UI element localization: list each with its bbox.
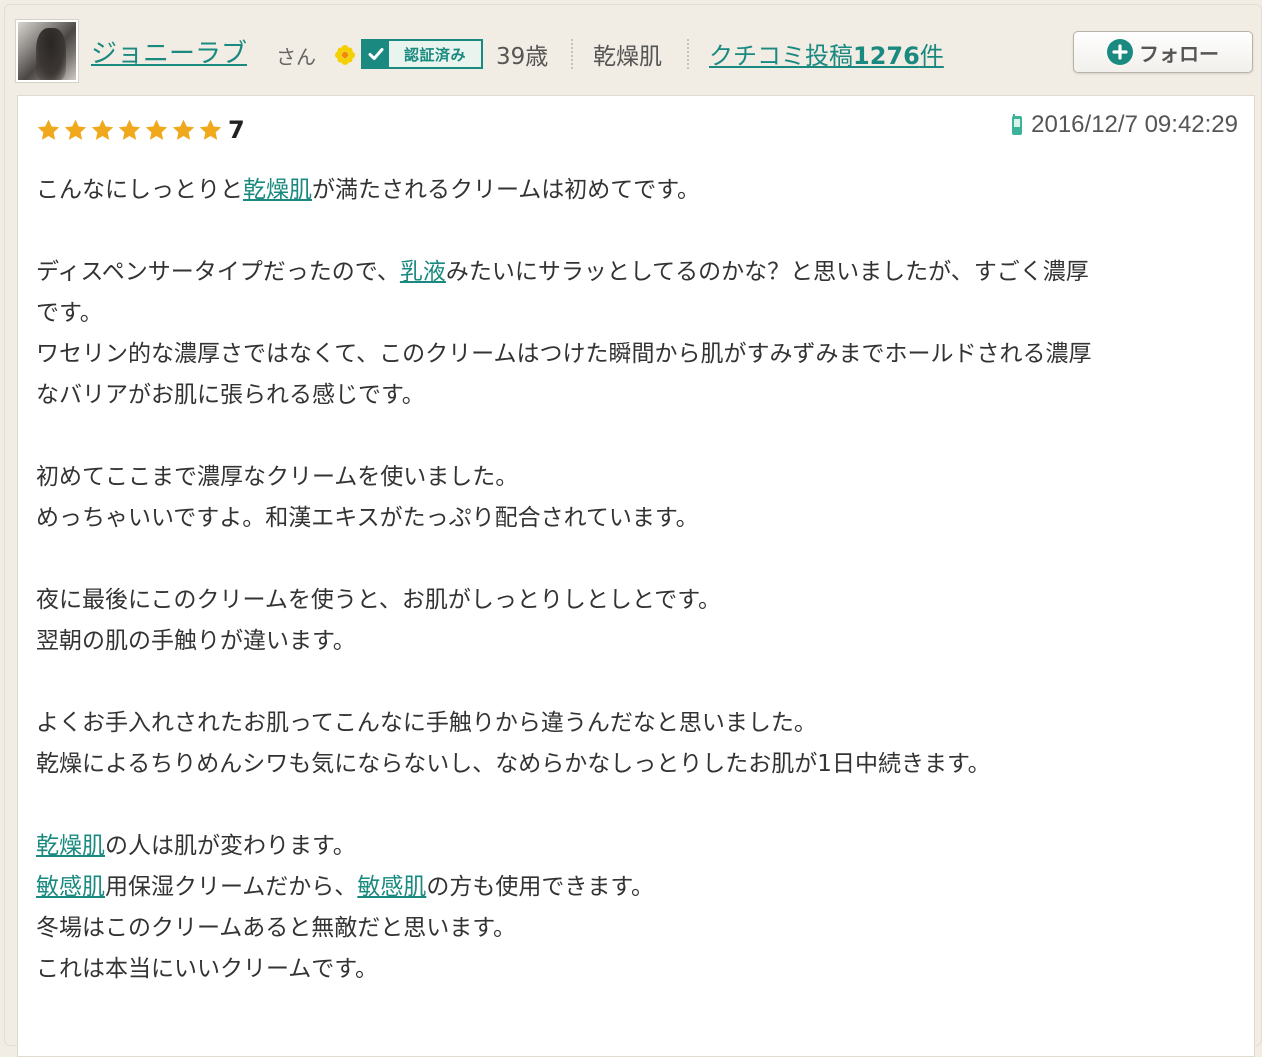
checkmark-icon	[363, 41, 389, 67]
star-icon	[172, 119, 195, 140]
reviewer-age: 39歳	[496, 44, 549, 70]
review-body: こんなにしっとりと乾燥肌が満たされるクリームは初めてです。 ディスペンサータイプだ…	[36, 170, 1236, 1031]
follow-button[interactable]: フォロー	[1073, 31, 1253, 73]
review-text: なバリアがお肌に張られる感じです。	[36, 382, 425, 408]
review-line: ワセリン的な濃厚さではなくて、このクリームはつけた瞬間から肌がすみずみまでホール…	[36, 334, 1236, 375]
review-date-text: 2016/12/7 09:42:29	[1031, 111, 1238, 138]
review-count-prefix: クチコミ投稿	[709, 42, 853, 70]
verified-label: 認証済み	[403, 45, 466, 64]
review-text: です。	[36, 300, 103, 326]
review-line: これは本当にいいクリームです。	[36, 949, 1236, 990]
review-text: 初めてここまで濃厚なクリームを使いました。	[36, 464, 519, 490]
review-text: みたいにサラッとしてるのかな？と思いましたが、すごく濃厚	[445, 259, 1089, 285]
star-icon	[118, 119, 141, 140]
review-text: が満たされるクリームは初めてです。	[312, 177, 701, 203]
flower-icon	[335, 45, 355, 65]
review-line: 乾燥肌の人は肌が変わります。	[36, 826, 1236, 867]
review-text: の人は肌が変わります。	[105, 833, 356, 859]
reviewer-name-link[interactable]: ジョニーラブ	[91, 33, 247, 70]
review-line: です。	[36, 293, 1236, 334]
keyword-link[interactable]: 乳液	[400, 259, 446, 285]
review-text: 翌朝の肌の手触りが違います。	[36, 628, 356, 654]
review-text: こんなにしっとりと	[36, 177, 243, 203]
review-date: 2016/12/7 09:42:29	[1011, 111, 1238, 139]
plus-circle-icon	[1107, 39, 1133, 65]
review-line: 乾燥によるちりめんシワも気にならないし、なめらかなしっとりしたお肌が1日中続きま…	[36, 744, 1236, 785]
reviewer-header: ジョニーラブ さん 認証済み 39歳 乾燥肌 クチコミ投稿1276件 フォロー	[16, 20, 1253, 84]
review-text: 乾燥によるちりめんシワも気にならないし、なめらかなしっとりしたお肌が1日中続きま…	[36, 751, 991, 777]
review-text: これは本当にいいクリームです。	[36, 956, 379, 982]
review-paragraph: 夜に最後にこのクリームを使うと、お肌がしっとりしとしとです。 翌朝の肌の手触りが違…	[36, 580, 1236, 662]
rating-number: 7	[228, 116, 245, 144]
review-line: なバリアがお肌に張られる感じです。	[36, 375, 1236, 416]
mobile-phone-icon	[1012, 114, 1023, 135]
avatar[interactable]	[16, 20, 78, 82]
star-icon	[37, 119, 60, 140]
keyword-link[interactable]: 敏感肌	[36, 874, 105, 900]
review-line: 冬場はこのクリームあると無敵だと思います。	[36, 908, 1236, 949]
review-text: 冬場はこのクリームあると無敵だと思います。	[36, 915, 517, 941]
review-count-number: 1276	[853, 42, 920, 70]
keyword-link[interactable]: 乾燥肌	[243, 177, 312, 203]
review-paragraph: 初めてここまで濃厚なクリームを使いました。めっちゃいいですよ。和漢エキスがたっぷ…	[36, 457, 1236, 539]
review-text: よくお手入れされたお肌ってこんなに手触りから違うんだなと思いました。	[36, 710, 817, 736]
review-paragraph: よくお手入れされたお肌ってこんなに手触りから違うんだなと思いました。乾燥によるち…	[36, 703, 1236, 785]
review-text: の方も使用できます。	[426, 874, 655, 900]
honorific: さん	[276, 45, 316, 69]
review-line: 夜に最後にこのクリームを使うと、お肌がしっとりしとしとです。	[36, 580, 1236, 621]
star-icon	[91, 119, 114, 140]
star-icon	[145, 119, 168, 140]
keyword-link[interactable]: 敏感肌	[357, 874, 426, 900]
review-text: ディスペンサータイプだったので、	[36, 259, 400, 285]
review-paragraph: ディスペンサータイプだったので、乳液みたいにサラッとしてるのかな？と思いましたが…	[36, 252, 1236, 416]
star-rating: 7	[36, 116, 245, 144]
star-icon	[64, 119, 87, 140]
divider	[687, 39, 689, 69]
divider	[571, 39, 573, 69]
star-icon	[199, 119, 222, 140]
review-count-suffix: 件	[919, 42, 944, 70]
follow-label: フォロー	[1139, 41, 1219, 66]
reviewer-skin-type: 乾燥肌	[593, 44, 662, 70]
review-text: 夜に最後にこのクリームを使うと、お肌がしっとりしとしとです。	[36, 587, 721, 613]
review-line: よくお手入れされたお肌ってこんなに手触りから違うんだなと思いました。	[36, 703, 1236, 744]
review-count-link[interactable]: クチコミ投稿1276件	[709, 36, 944, 71]
review-line: 初めてここまで濃厚なクリームを使いました。	[36, 457, 1236, 498]
review-line: こんなにしっとりと乾燥肌が満たされるクリームは初めてです。	[36, 170, 1236, 211]
keyword-link[interactable]: 乾燥肌	[36, 833, 105, 859]
review-text: 用保湿クリームだから、	[105, 874, 358, 900]
review-text: めっちゃいいですよ。和漢エキスがたっぷり配合されています。	[36, 505, 699, 531]
star-row	[36, 118, 225, 143]
review-line: めっちゃいいですよ。和漢エキスがたっぷり配合されています。	[36, 498, 1236, 539]
review-line: ディスペンサータイプだったので、乳液みたいにサラッとしてるのかな？と思いましたが…	[36, 252, 1236, 293]
review-text: ワセリン的な濃厚さではなくて、このクリームはつけた瞬間から肌がすみずみまでホール…	[36, 341, 1092, 367]
review-line: 敏感肌用保湿クリームだから、敏感肌の方も使用できます。	[36, 867, 1236, 908]
review-paragraph: 乾燥肌の人は肌が変わります。 敏感肌用保湿クリームだから、敏感肌の方も使用できます…	[36, 826, 1236, 990]
review-paragraph: こんなにしっとりと乾燥肌が満たされるクリームは初めてです。	[36, 170, 1236, 211]
review-card: 7 2016/12/7 09:42:29 こんなにしっとりと乾燥肌が満たされるク…	[17, 95, 1255, 1057]
review-line: 翌朝の肌の手触りが違います。	[36, 621, 1236, 662]
verified-badge: 認証済み	[361, 39, 483, 69]
